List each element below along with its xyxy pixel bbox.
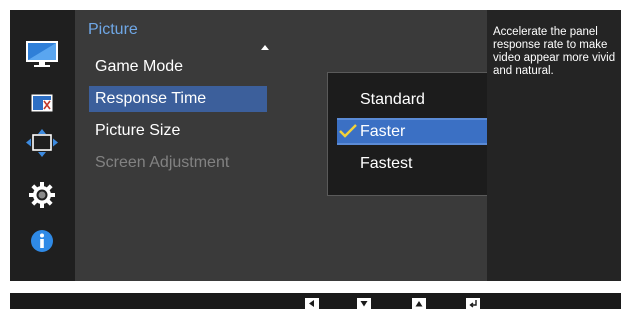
picture-monitor-icon[interactable] — [25, 40, 59, 70]
left-arrow-icon[interactable] — [305, 298, 319, 309]
main-panel: Picture Game Mode Response Time Picture … — [75, 10, 554, 281]
menu-item-game-mode[interactable]: Game Mode — [89, 54, 267, 80]
menu-item-response-time[interactable]: Response Time — [89, 86, 267, 112]
down-arrow-icon[interactable] — [357, 298, 371, 309]
option-label: Faster — [360, 123, 406, 140]
page-title: Picture — [88, 21, 138, 38]
button-guide-bar — [10, 293, 621, 309]
help-text: Accelerate the panel response rate to ma… — [493, 26, 616, 77]
osd-menu: Picture Game Mode Response Time Picture … — [10, 10, 621, 281]
menu-item-screen-adjustment: Screen Adjustment — [89, 150, 267, 176]
option-label: Fastest — [360, 155, 413, 172]
scroll-up-indicator — [261, 45, 269, 50]
menu-item-label: Picture Size — [95, 122, 181, 139]
option-label: Standard — [360, 91, 425, 108]
menu-item-label: Response Time — [95, 90, 207, 107]
enter-icon[interactable] — [466, 298, 480, 309]
sidebar — [10, 10, 75, 281]
menu-item-label: Screen Adjustment — [95, 154, 230, 171]
help-panel: Accelerate the panel response rate to ma… — [487, 10, 621, 281]
gear-icon[interactable] — [25, 180, 59, 210]
menu-item-label: Game Mode — [95, 58, 184, 75]
up-arrow-icon[interactable] — [412, 298, 426, 309]
checkmark-icon — [339, 124, 357, 138]
menu-item-picture-size[interactable]: Picture Size — [89, 118, 267, 144]
size-position-icon[interactable] — [25, 128, 59, 158]
color-icon[interactable] — [25, 88, 59, 118]
info-icon[interactable] — [25, 226, 59, 256]
